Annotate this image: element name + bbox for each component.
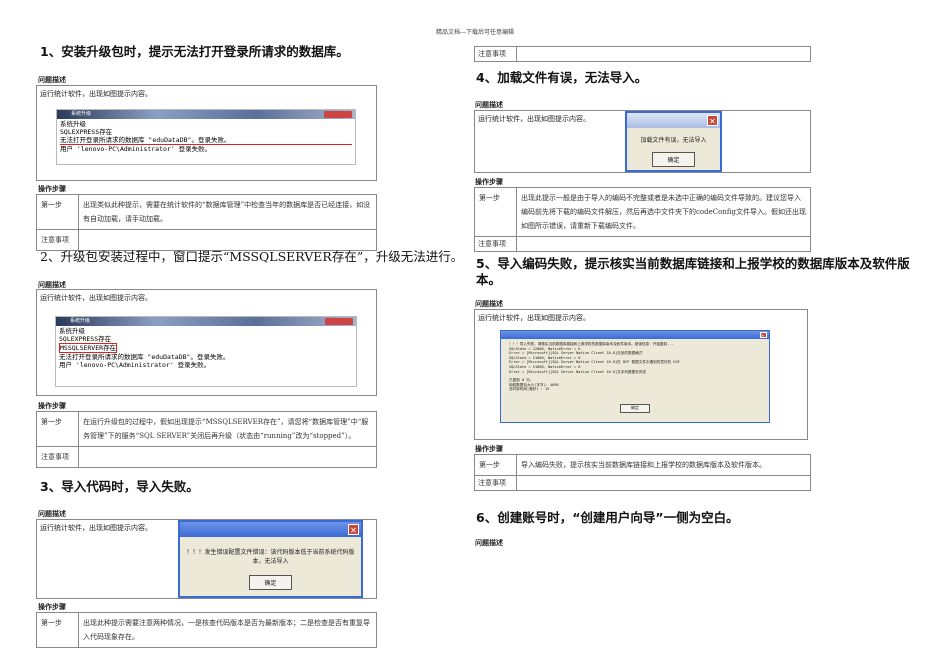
- problem-text: 运行统计软件，出现如图提示内容。: [40, 294, 152, 302]
- console-line: 用户 'lenovo-PC\Administrator' 登录失败。: [60, 145, 212, 153]
- screenshot-console: 系统升级 系统升级 SQLEXPRESS存在 无法打开登录所请求的数据库 "ed…: [56, 109, 356, 165]
- steps-label: 操作步骤: [38, 603, 66, 611]
- console-line: SQLEXPRESS存在: [59, 335, 112, 343]
- step-text: 出现此种提示需要注意两种情况，一是核查代码版本是否为最新版本；二是检查是否有重复…: [78, 612, 377, 648]
- ok-button[interactable]: 确定: [620, 403, 650, 413]
- ok-button[interactable]: 确定: [652, 152, 695, 167]
- notes-value: [78, 446, 377, 468]
- step-label: 第一步: [36, 194, 79, 230]
- dialog-message: 加载文件有误，无法导入: [640, 137, 707, 144]
- step-text: 出现此提示一般是由于导入的编码不完整或者是未选中正确的编码文件导致的。建议您导入…: [516, 187, 811, 237]
- step-label: 第一步: [474, 187, 517, 237]
- error-dialog: ✕ 加载文件有误，无法导入 确定: [625, 111, 722, 172]
- steps-table: 第一步 出现此种提示需要注意两种情况，一是核查代码版本是否为最新版本；二是检查是否…: [36, 612, 377, 648]
- window-titlebar: 系统升级: [56, 317, 356, 326]
- notes-value: [516, 46, 811, 62]
- section-3-title: 3、导入代码时，导入失败。: [40, 479, 199, 494]
- dialog-titlebar: ✕: [627, 113, 720, 128]
- dialog-message: ！！！发生错误配置文件错误：该代码版本低于当前系统代码版本，无法导入: [186, 549, 355, 565]
- console-line: 系统升级: [60, 120, 86, 128]
- notes-value: [78, 229, 377, 251]
- notes-label: 注意事项: [36, 446, 79, 468]
- error-dialog: ✕ ！！！导入失败，请核实当前数据库链接和上报学校的数据库版本及软件版本。错误信…: [500, 330, 770, 423]
- section-4-title: 4、加载文件有误，无法导入。: [476, 70, 648, 85]
- window-buttons: [324, 111, 352, 118]
- console-line: MSSQLSERVER存在: [59, 343, 118, 353]
- console-line: 用户 'lenovo-PC\Administrator' 登录失败。: [59, 361, 211, 369]
- notes-value: [516, 236, 811, 252]
- problem-box: 运行统计软件，出现如图提示内容。 系统升级 系统升级 SQLEXPRESS存在 …: [36, 289, 377, 396]
- problem-box: 运行统计软件，出现如图提示内容。 ✕ ！！！导入失败，请核实当前数据库链接和上报…: [474, 309, 808, 440]
- dialog-titlebar: ✕: [501, 331, 769, 339]
- steps-label: 操作步骤: [475, 178, 503, 186]
- problem-text: 运行统计软件，出现如图提示内容。: [478, 314, 590, 322]
- close-icon[interactable]: ✕: [348, 524, 359, 535]
- page-header: 精品文档---下载后可任意编辑: [435, 29, 515, 36]
- problem-text: 运行统计软件，出现如图提示内容。: [40, 90, 152, 98]
- notes-label: 注意事项: [36, 229, 79, 251]
- step-label: 第一步: [36, 411, 79, 447]
- problem-box: 运行统计软件，出现如图提示内容。 系统升级 系统升级 SQLEXPRESS存在 …: [36, 85, 377, 181]
- window-titlebar: 系统升级: [57, 110, 355, 119]
- window-buttons: [325, 318, 353, 325]
- step-text: 导入编码失败，提示核实当前数据库链接和上报学校的数据库版本及软件版本。: [516, 454, 811, 476]
- window-title: 系统升级: [71, 111, 92, 117]
- screenshot-console: 系统升级 系统升级 SQLEXPRESS存在 MSSQLSERVER存在 无法打…: [55, 316, 357, 387]
- notes-label: 注意事项: [474, 46, 517, 62]
- message-line: 总时钟时间(毫秒) : 15: [509, 387, 550, 392]
- console-line: 无法打开登录所请求的数据库 "eduDataDB"。登录失败。: [59, 353, 230, 361]
- steps-table: 第一步 出现类似此种提示，需要在统计软件的“数据库管理”中检查当年的数据库是否已经…: [36, 194, 377, 251]
- step-label: 第一步: [36, 612, 79, 648]
- steps-label: 操作步骤: [38, 185, 66, 193]
- notes-label: 注意事项: [474, 236, 517, 252]
- problem-box: 运行统计软件，出现如图提示内容。 ✕ ！！！发生错误配置文件错误：该代码版本低于…: [36, 519, 377, 599]
- notes-label: 注意事项: [474, 475, 517, 491]
- problem-box: 运行统计软件，出现如图提示内容。 ✕ 加载文件有误，无法导入 确定: [474, 110, 811, 173]
- console-line: SQLEXPRESS存在: [60, 128, 113, 136]
- problem-label: 问题描述: [38, 510, 66, 518]
- section-2-title: 2、升级包安装过程中，窗口提示“MSSQLSERVER存在”，升级无法进行。: [40, 249, 464, 264]
- problem-label: 问题描述: [475, 101, 503, 109]
- step-text: 出现类似此种提示，需要在统计软件的“数据库管理”中检查当年的数据库是否已经连接，…: [78, 194, 377, 230]
- step-label: 第一步: [474, 454, 517, 476]
- steps-table: 第一步 导入编码失败，提示核实当前数据库链接和上报学校的数据库版本及软件版本。 注…: [474, 454, 811, 491]
- section-6-title: 6、创建账号时，“创建用户向导”一侧为空白。: [476, 510, 739, 525]
- section-5-title: 5、导入编码失败，提示核实当前数据库链接和上报学校的数据库版本及软件版本。: [476, 256, 910, 287]
- close-icon[interactable]: ✕: [760, 332, 767, 339]
- problem-label: 问题描述: [38, 76, 66, 84]
- error-dialog: ✕ ！！！发生错误配置文件错误：该代码版本低于当前系统代码版本，无法导入 确定: [178, 520, 363, 598]
- close-icon[interactable]: ✕: [707, 115, 718, 126]
- console-line: 系统升级: [59, 327, 85, 335]
- steps-label: 操作步骤: [38, 402, 66, 410]
- steps-label: 操作步骤: [475, 445, 503, 453]
- section-1-title: 1、安装升级包时，提示无法打开登录所请求的数据库。: [40, 44, 349, 59]
- window-title: 系统升级: [70, 318, 91, 324]
- dialog-message: ！！！导入失败，请核实当前数据库链接和上报学校的数据库版本及软件版本。错误信息：…: [501, 339, 769, 394]
- console-line: 无法打开登录所请求的数据库 "eduDataDB"。登录失败。: [60, 136, 352, 145]
- step-text: 在运行升级包的过程中，假如出现提示“MSSQLSERVER存在”，请您将“数据库…: [78, 411, 377, 447]
- problem-label: 问题描述: [475, 300, 503, 308]
- steps-table: 第一步 在运行升级包的过程中，假如出现提示“MSSQLSERVER存在”，请您将“…: [36, 411, 377, 468]
- ok-button[interactable]: 确定: [249, 575, 292, 590]
- problem-label: 问题描述: [475, 539, 503, 547]
- notes-table: 注意事项: [474, 46, 811, 62]
- steps-table: 第一步 出现此提示一般是由于导入的编码不完整或者是未选中正确的编码文件导致的。建议…: [474, 187, 811, 252]
- dialog-titlebar: ✕: [180, 522, 361, 537]
- notes-value: [516, 475, 811, 491]
